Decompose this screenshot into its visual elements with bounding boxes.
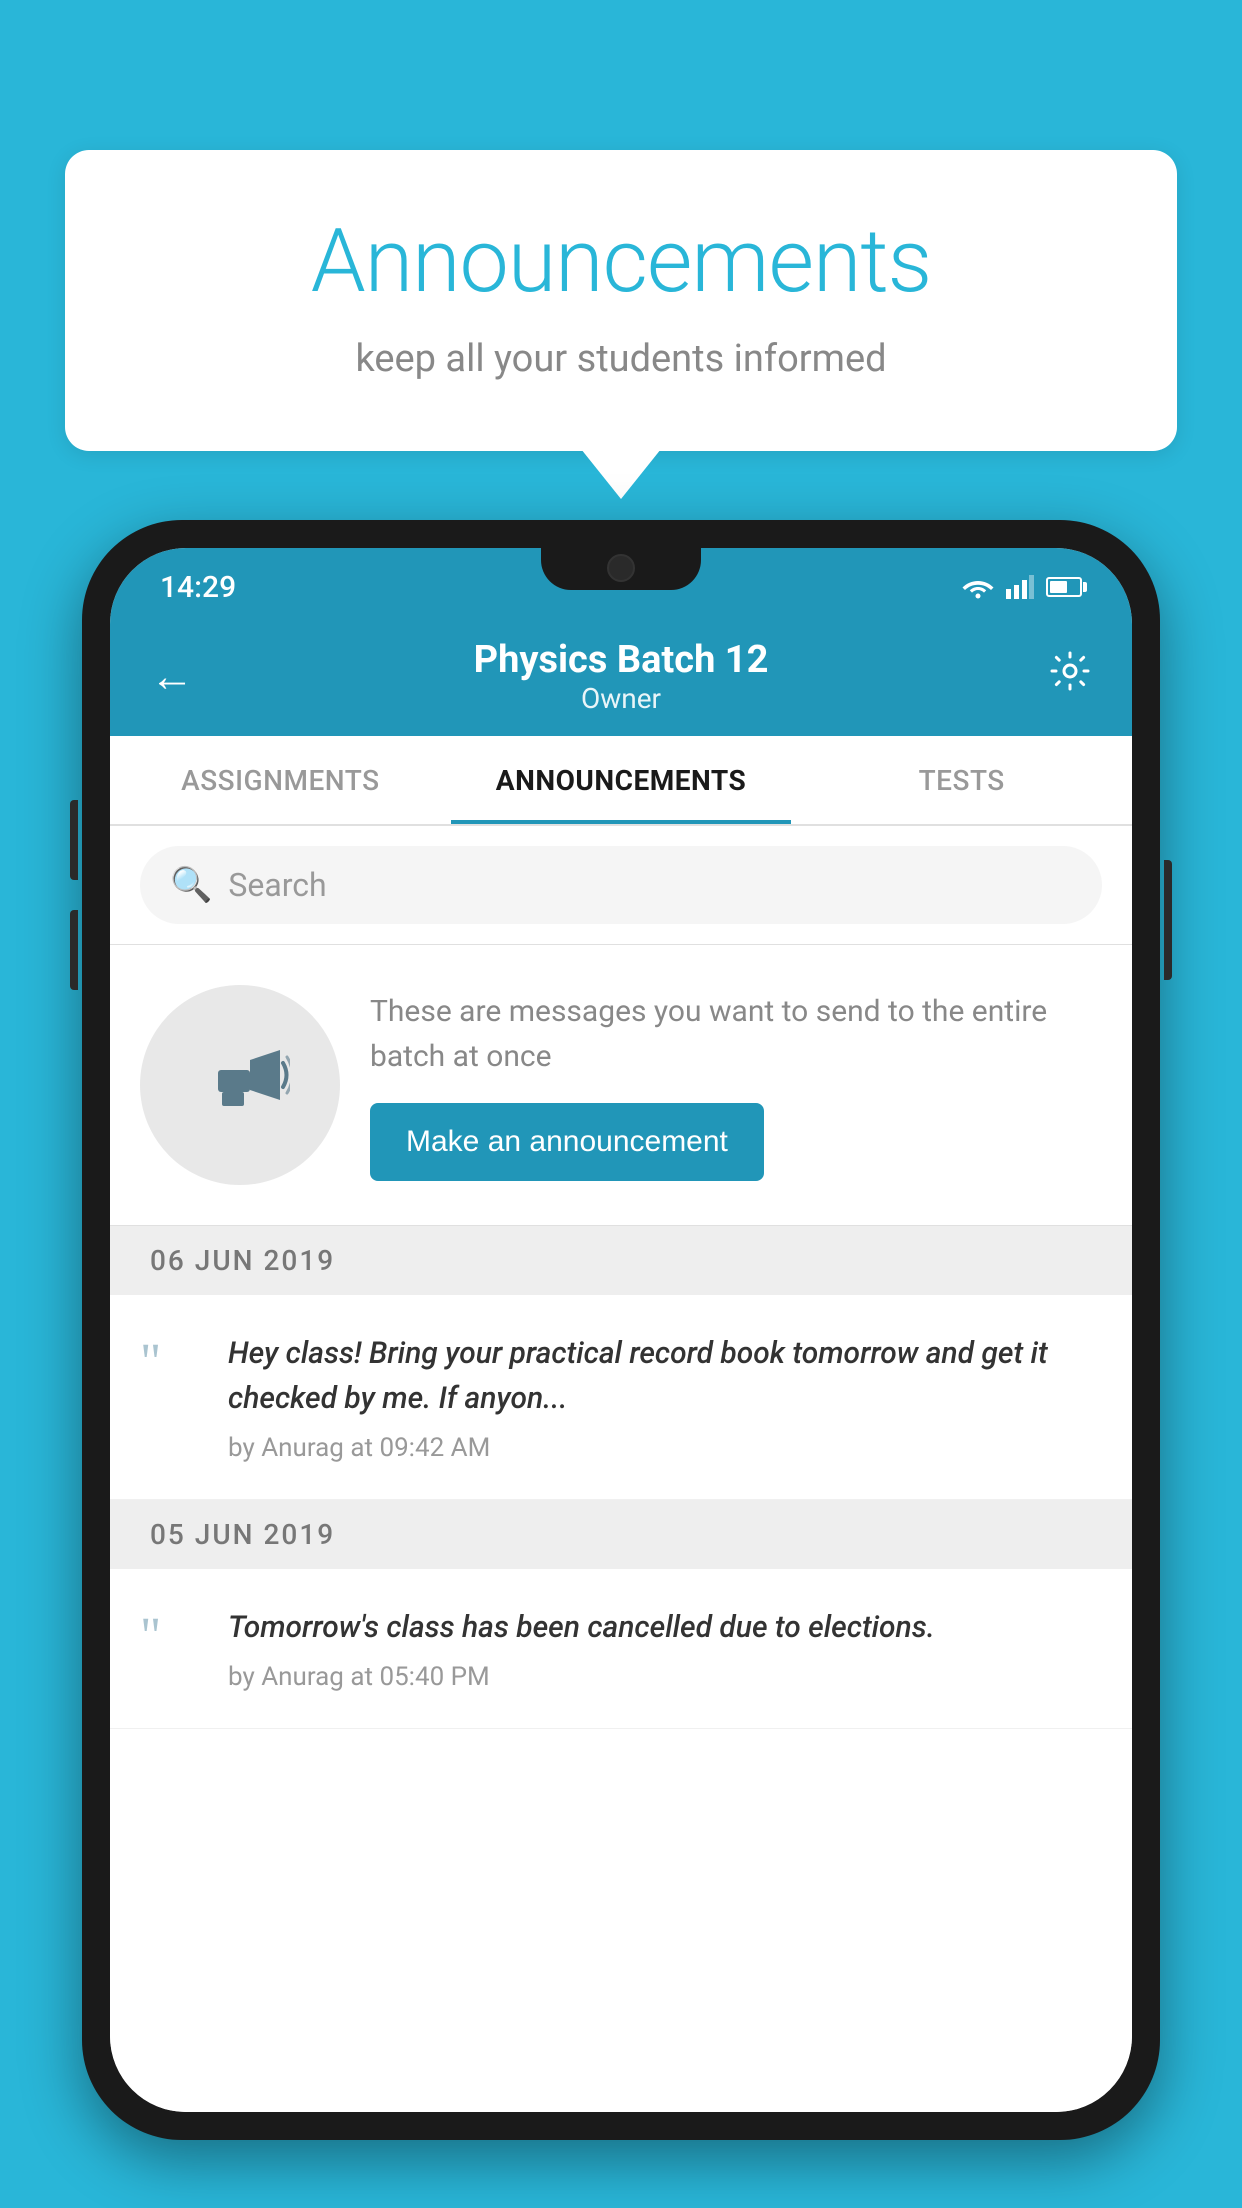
bubble-subtitle: keep all your students informed (145, 337, 1097, 381)
header-center: Physics Batch 12 Owner (474, 638, 769, 715)
settings-button[interactable] (1048, 649, 1092, 704)
date-separator-1: 06 JUN 2019 (110, 1226, 1132, 1295)
search-input-wrapper[interactable]: 🔍 Search (140, 846, 1102, 924)
announcement-text-2: Tomorrow's class has been cancelled due … (228, 1605, 1102, 1650)
announcement-description: These are messages you want to send to t… (370, 989, 1102, 1079)
announcement-meta-2: by Anurag at 05:40 PM (228, 1662, 1102, 1692)
quote-icon-1: " (140, 1337, 200, 1389)
speech-bubble: Announcements keep all your students inf… (65, 150, 1177, 451)
volume-down-button (70, 910, 78, 990)
search-icon: 🔍 (170, 865, 212, 905)
announcement-item-2[interactable]: " Tomorrow's class has been cancelled du… (110, 1569, 1132, 1729)
search-bar-section: 🔍 Search (110, 826, 1132, 945)
bubble-title: Announcements (145, 210, 1097, 313)
volume-up-button (70, 800, 78, 880)
back-button[interactable]: ← (150, 650, 194, 702)
make-announcement-button[interactable]: Make an announcement (370, 1103, 764, 1181)
tab-assignments[interactable]: ASSIGNMENTS (110, 736, 451, 824)
announcement-empty-state: These are messages you want to send to t… (110, 945, 1132, 1226)
speech-bubble-section: Announcements keep all your students inf… (65, 150, 1177, 451)
announcement-meta-1: by Anurag at 09:42 AM (228, 1433, 1102, 1463)
tab-announcements[interactable]: ANNOUNCEMENTS (451, 736, 792, 824)
header-title: Physics Batch 12 (474, 638, 769, 682)
date-separator-2: 05 JUN 2019 (110, 1500, 1132, 1569)
megaphone-icon (190, 1035, 290, 1135)
screen-content: 🔍 Search (110, 826, 1132, 2112)
phone-notch (541, 548, 701, 590)
announcement-content-1: Hey class! Bring your practical record b… (228, 1331, 1102, 1463)
header-subtitle: Owner (474, 682, 769, 715)
status-icons (962, 575, 1082, 599)
app-header: ← Physics Batch 12 Owner (110, 616, 1132, 736)
phone-frame: 14:29 (82, 520, 1160, 2140)
phone-screen: 14:29 (110, 548, 1132, 2112)
front-camera (607, 554, 635, 582)
search-placeholder: Search (228, 866, 326, 904)
tab-tests[interactable]: TESTS (791, 736, 1132, 824)
signal-icon (1006, 575, 1034, 599)
announcement-empty-right: These are messages you want to send to t… (370, 989, 1102, 1181)
wifi-icon (962, 575, 994, 599)
status-time: 14:29 (160, 570, 236, 605)
megaphone-circle (140, 985, 340, 1185)
quote-icon-2: " (140, 1611, 200, 1663)
announcement-text-1: Hey class! Bring your practical record b… (228, 1331, 1102, 1421)
tab-bar: ASSIGNMENTS ANNOUNCEMENTS TESTS (110, 736, 1132, 826)
power-button (1164, 860, 1172, 980)
announcement-item-1[interactable]: " Hey class! Bring your practical record… (110, 1295, 1132, 1500)
phone-mockup: 14:29 (82, 520, 1160, 2140)
battery-icon (1046, 577, 1082, 597)
announcement-content-2: Tomorrow's class has been cancelled due … (228, 1605, 1102, 1692)
